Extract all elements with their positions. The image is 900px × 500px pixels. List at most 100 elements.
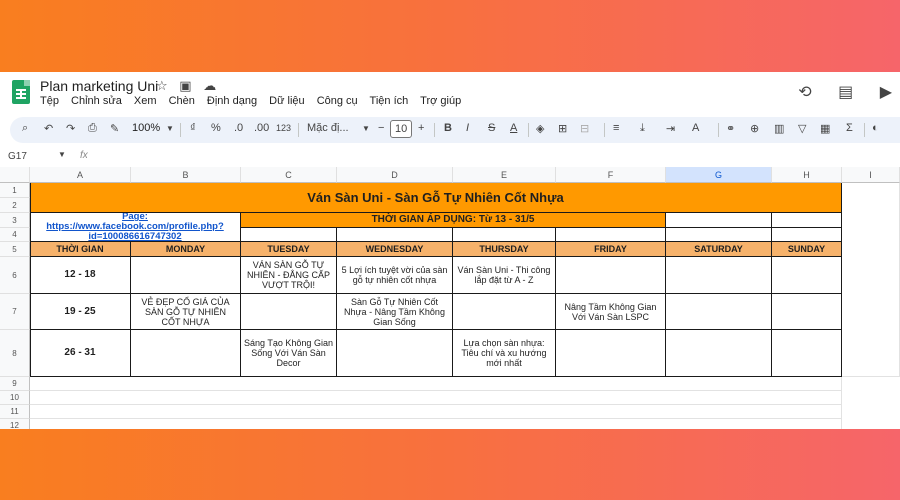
schedule-cell[interactable] xyxy=(666,330,772,377)
page-link-cell[interactable]: Page: https://www.facebook.com/profile.p… xyxy=(30,213,241,242)
link-icon[interactable]: ⚭ xyxy=(726,122,735,135)
menu-data[interactable]: Dữ liệu xyxy=(269,95,305,107)
schedule-cell[interactable] xyxy=(337,330,453,377)
row-header-12[interactable]: 12 xyxy=(0,419,30,429)
move-folder-icon[interactable]: ▣ xyxy=(179,78,191,93)
menu-tools[interactable]: Công cụ xyxy=(317,95,358,107)
empty-row-11[interactable] xyxy=(30,405,842,419)
cell-d4[interactable] xyxy=(337,228,453,242)
text-rotation-icon[interactable]: A xyxy=(692,122,699,134)
row-header-1[interactable]: 1 xyxy=(0,183,30,198)
sheet-title-cell[interactable]: Ván Sàn Uni - Sàn Gỗ Tự Nhiên Cốt Nhựa xyxy=(30,183,842,213)
schedule-cell[interactable]: Nâng Tầm Không Gian Với Ván Sàn LSPC xyxy=(556,294,666,330)
column-header-i[interactable]: I xyxy=(842,167,900,183)
insert-chart-icon[interactable]: ▥ xyxy=(774,122,784,135)
filter-icon[interactable]: ▽ xyxy=(798,122,806,135)
cloud-status-icon[interactable]: ☁ xyxy=(203,78,216,93)
increase-decimal-button[interactable]: .00 xyxy=(254,122,269,134)
empty-row-9[interactable] xyxy=(30,377,842,391)
text-wrap-icon[interactable]: ⇥ xyxy=(666,122,675,135)
sheets-logo-icon[interactable] xyxy=(12,80,30,104)
cell-e4[interactable] xyxy=(453,228,556,242)
row-header-6[interactable]: 6 xyxy=(0,257,30,294)
schedule-cell[interactable] xyxy=(666,257,772,294)
history-icon[interactable]: ⟲ xyxy=(798,84,811,101)
header-time[interactable]: THỜI GIAN xyxy=(30,242,131,257)
column-header-d[interactable]: D xyxy=(337,167,453,183)
functions-icon[interactable]: Σ xyxy=(846,122,853,134)
period-cell[interactable]: THỜI GIAN ÁP DỤNG: Từ 13 - 31/5 xyxy=(241,213,666,228)
zoom-select[interactable]: 100% xyxy=(132,122,160,134)
time-cell[interactable]: 19 - 25 xyxy=(30,294,131,330)
cell-h4[interactable] xyxy=(772,228,842,242)
italic-button[interactable]: I xyxy=(466,122,469,134)
document-title[interactable]: Plan marketing Uni xyxy=(40,78,158,94)
schedule-cell[interactable] xyxy=(241,294,337,330)
column-header-f[interactable]: F xyxy=(556,167,666,183)
empty-row-12[interactable] xyxy=(30,419,842,429)
cell-f4[interactable] xyxy=(556,228,666,242)
header-wednesday[interactable]: WEDNESDAY xyxy=(337,242,453,257)
row-header-4[interactable]: 4 xyxy=(0,228,30,242)
undo-icon[interactable]: ↶ xyxy=(44,122,53,135)
header-sunday[interactable]: SUNDAY xyxy=(772,242,842,257)
schedule-cell[interactable] xyxy=(556,257,666,294)
row-header-10[interactable]: 10 xyxy=(0,391,30,405)
schedule-cell[interactable] xyxy=(772,257,842,294)
cell-g4[interactable] xyxy=(666,228,772,242)
menu-file[interactable]: Tệp xyxy=(40,95,59,107)
menu-view[interactable]: Xem xyxy=(134,95,157,107)
schedule-cell[interactable] xyxy=(772,294,842,330)
row-header-9[interactable]: 9 xyxy=(0,377,30,391)
header-thursday[interactable]: THURSDAY xyxy=(453,242,556,257)
menu-extensions[interactable]: Tiện ích xyxy=(370,95,409,107)
name-box[interactable]: G17 xyxy=(8,151,27,162)
schedule-cell[interactable] xyxy=(772,330,842,377)
font-chevron-down-icon[interactable]: ▼ xyxy=(362,124,370,133)
row-header-8[interactable]: 8 xyxy=(0,330,30,377)
merge-cells-icon[interactable]: ⊟ xyxy=(580,122,589,135)
column-header-c[interactable]: C xyxy=(241,167,337,183)
schedule-cell[interactable] xyxy=(453,294,556,330)
row-header-7[interactable]: 7 xyxy=(0,294,30,330)
empty-cell[interactable] xyxy=(842,183,900,377)
header-friday[interactable]: FRIDAY xyxy=(556,242,666,257)
menu-edit[interactable]: Chỉnh sửa xyxy=(71,95,122,107)
zoom-chevron-down-icon[interactable]: ▼ xyxy=(166,124,174,133)
column-header-e[interactable]: E xyxy=(453,167,556,183)
cell-h3[interactable] xyxy=(772,213,842,228)
empty-row-10[interactable] xyxy=(30,391,842,405)
row-header-3[interactable]: 3 xyxy=(0,213,30,228)
input-tools-icon[interactable]: ◐ xyxy=(872,122,879,134)
font-size-decrease-button[interactable]: − xyxy=(378,122,384,134)
header-saturday[interactable]: SATURDAY xyxy=(666,242,772,257)
more-formats-button[interactable]: 123 xyxy=(276,123,291,133)
row-header-5[interactable]: 5 xyxy=(0,242,30,257)
menu-format[interactable]: Định dạng xyxy=(207,95,257,107)
star-icon[interactable]: ☆ xyxy=(156,78,168,93)
menu-insert[interactable]: Chèn xyxy=(169,95,195,107)
row-header-2[interactable]: 2 xyxy=(0,198,30,213)
decrease-decimal-button[interactable]: .0 xyxy=(234,122,243,134)
percent-format-button[interactable]: % xyxy=(211,122,221,134)
time-cell[interactable]: 26 - 31 xyxy=(30,330,131,377)
horizontal-align-icon[interactable]: ≡ xyxy=(613,122,619,134)
insert-comment-icon[interactable]: ⊕ xyxy=(750,122,759,135)
column-header-g[interactable]: G xyxy=(666,167,772,183)
paint-format-icon[interactable]: ✎ xyxy=(110,122,119,135)
redo-icon[interactable]: ↷ xyxy=(66,122,75,135)
bold-button[interactable]: B xyxy=(444,122,452,134)
font-size-input[interactable]: 10 xyxy=(390,120,413,138)
schedule-cell[interactable]: Lựa chọn sàn nhựa: Tiêu chí và xu hướng … xyxy=(453,330,556,377)
header-monday[interactable]: MONDAY xyxy=(131,242,241,257)
schedule-cell[interactable] xyxy=(666,294,772,330)
schedule-cell[interactable]: VẺ ĐẸP CỔ GIÁ CỦA SÀN GỖ TỰ NHIÊN CỐT NH… xyxy=(131,294,241,330)
column-header-h[interactable]: H xyxy=(772,167,842,183)
borders-icon[interactable]: ⊞ xyxy=(558,122,567,135)
font-size-increase-button[interactable]: + xyxy=(418,122,424,134)
cell-g3[interactable] xyxy=(666,213,772,228)
strikethrough-button[interactable]: S xyxy=(488,122,495,134)
select-all-corner[interactable] xyxy=(0,167,30,183)
row-header-11[interactable]: 11 xyxy=(0,405,30,419)
schedule-cell[interactable]: Ván Sàn Uni - Thi công lắp đặt từ A - Z xyxy=(453,257,556,294)
